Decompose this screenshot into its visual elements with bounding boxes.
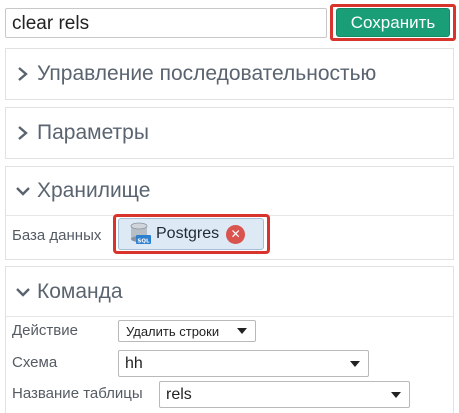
chevron-down-icon bbox=[350, 360, 360, 367]
section-title-params: Параметры bbox=[37, 121, 149, 144]
save-button[interactable]: Сохранить bbox=[336, 8, 450, 37]
remove-icon[interactable]: ✕ bbox=[226, 224, 246, 244]
section-header-storage[interactable]: Хранилище bbox=[6, 167, 453, 216]
section-header-command[interactable]: Команда bbox=[6, 267, 453, 317]
schema-label: Схема bbox=[12, 354, 58, 371]
section-header-params[interactable]: Параметры bbox=[6, 108, 453, 158]
db-tag-label: Postgres bbox=[156, 225, 220, 242]
schema-select[interactable]: hh bbox=[118, 350, 369, 377]
db-label: База данных bbox=[12, 227, 102, 244]
save-button-label: Сохранить bbox=[350, 12, 436, 32]
sql-icon-text: SQL bbox=[137, 238, 150, 244]
panel-sequence-control: Управление последовательностью bbox=[5, 48, 454, 100]
chevron-down-icon bbox=[15, 282, 31, 302]
section-header-sequence[interactable]: Управление последовательностью bbox=[6, 49, 453, 99]
action-select[interactable]: Удалить строки bbox=[118, 320, 256, 342]
chevron-right-icon bbox=[15, 123, 31, 143]
section-title-storage: Хранилище bbox=[37, 179, 151, 202]
chevron-down-icon bbox=[237, 328, 247, 334]
chevron-down-icon bbox=[15, 181, 31, 201]
db-tag-postgres[interactable]: SQL Postgres ✕ bbox=[118, 218, 264, 250]
section-title-command: Команда bbox=[37, 279, 123, 303]
table-name-label: Название таблицы bbox=[12, 385, 143, 402]
name-input[interactable] bbox=[5, 8, 327, 38]
panel-parameters: Параметры bbox=[5, 107, 454, 159]
action-select-value: Удалить строки bbox=[126, 323, 220, 339]
chevron-down-icon bbox=[391, 391, 401, 398]
chevron-right-icon bbox=[15, 64, 31, 84]
database-sql-icon: SQL bbox=[129, 222, 151, 246]
table-name-select-value: rels bbox=[166, 385, 192, 403]
section-title-sequence: Управление последовательностью bbox=[37, 62, 377, 85]
action-label: Действие bbox=[12, 322, 78, 339]
table-name-select[interactable]: rels bbox=[159, 381, 410, 408]
schema-select-value: hh bbox=[125, 354, 143, 372]
